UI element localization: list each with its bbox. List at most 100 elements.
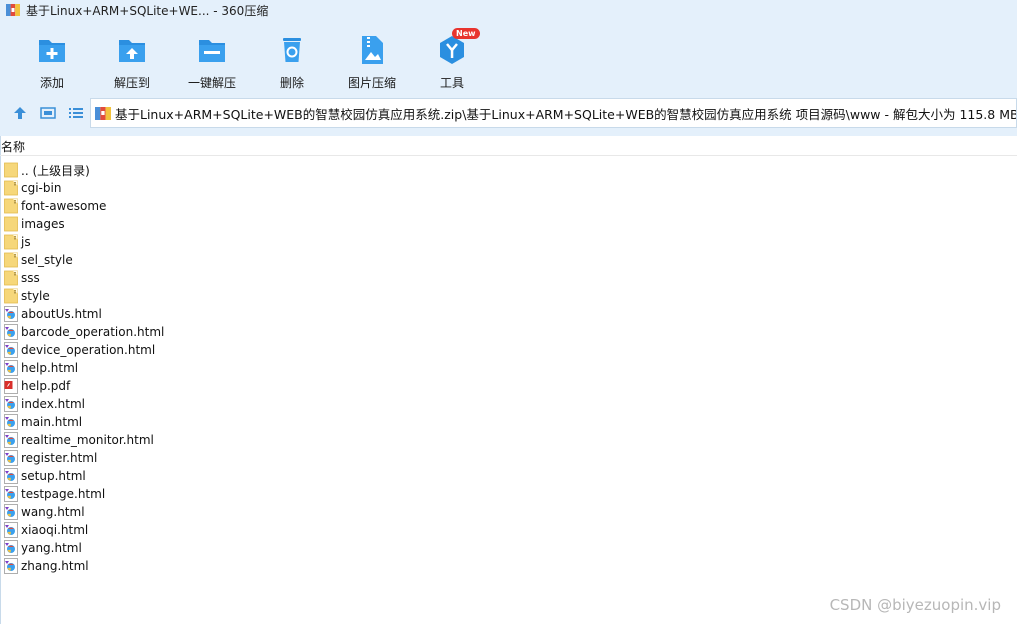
list-item-name: aboutUs.html [21, 307, 102, 321]
tools-label: 工具 [439, 76, 464, 90]
file-list: .. (上级目录) cgi-bin font-awesome images js sel_… [0, 161, 300, 575]
arrow-up-icon [14, 107, 26, 119]
list-item[interactable]: help.pdf [0, 377, 300, 395]
folder-icon [4, 270, 18, 286]
list-item[interactable]: font-awesome [0, 197, 300, 215]
list-item[interactable]: .. (上级目录) [0, 161, 300, 179]
html-file-icon [4, 432, 18, 448]
html-file-icon [4, 360, 18, 376]
html-file-icon [4, 306, 18, 322]
new-badge: New [452, 28, 480, 39]
one-click-extract-button[interactable]: 一键解压 [186, 24, 238, 92]
html-file-icon [4, 558, 18, 574]
folder-icon [4, 216, 18, 232]
list-item[interactable]: sss [0, 269, 300, 287]
name-column-header[interactable]: 名称 [0, 138, 25, 155]
folder-icon [4, 198, 18, 214]
image-compress-icon [362, 36, 383, 64]
list-item[interactable]: realtime_monitor.html [0, 431, 300, 449]
list-item-name: zhang.html [21, 559, 89, 573]
one-click-extract-label: 一键解压 [187, 76, 236, 90]
list-item-name: style [21, 289, 50, 303]
tools-icon-wrap: New [434, 28, 480, 68]
list-item[interactable]: cgi-bin [0, 179, 300, 197]
folder-icon [4, 252, 18, 268]
path-bar[interactable]: 基于Linux+ARM+SQLite+WEB的智慧校园仿真应用系统.zip\基于… [90, 98, 1017, 128]
html-file-icon [4, 540, 18, 556]
archive-icon [6, 4, 20, 16]
list-item[interactable]: main.html [0, 413, 300, 431]
list-item[interactable]: register.html [0, 449, 300, 467]
list-item[interactable]: setup.html [0, 467, 300, 485]
list-item-name: sel_style [21, 253, 73, 267]
list-item-name: register.html [21, 451, 98, 465]
delete-button[interactable]: 删除 [270, 24, 314, 92]
list-item-name: sss [21, 271, 40, 285]
list-item[interactable]: sel_style [0, 251, 300, 269]
list-item-name: help.pdf [21, 379, 71, 393]
list-item-name: images [21, 217, 65, 231]
list-item-name: yang.html [21, 541, 82, 555]
list-item-name: cgi-bin [21, 181, 62, 195]
list-item[interactable]: js [0, 233, 300, 251]
folder-icon [4, 180, 18, 196]
list-item[interactable]: xiaoqi.html [0, 521, 300, 539]
html-file-icon [4, 486, 18, 502]
list-item[interactable]: help.html [0, 359, 300, 377]
list-view-icon [69, 108, 83, 118]
archive-icon [95, 107, 111, 120]
window-chrome: 基于Linux+ARM+SQLite+WE... - 360压缩 添加 解压到 [0, 0, 1017, 136]
list-item[interactable]: index.html [0, 395, 300, 413]
column-header: 名称 [0, 138, 1017, 156]
list-item[interactable]: barcode_operation.html [0, 323, 300, 341]
add-label: 添加 [39, 76, 64, 90]
tools-button[interactable]: New 工具 [430, 24, 480, 92]
html-file-icon [4, 342, 18, 358]
view-list-button[interactable] [64, 101, 88, 125]
list-item[interactable]: images [0, 215, 300, 233]
folder-icon [4, 162, 18, 178]
list-item-name: .. (上级目录) [21, 163, 90, 178]
list-item-name: index.html [21, 397, 85, 411]
extract-to-label: 解压到 [113, 76, 150, 90]
extract-to-button[interactable]: 解压到 [110, 24, 154, 92]
one-click-extract-icon [199, 40, 225, 62]
list-item[interactable]: wang.html [0, 503, 300, 521]
list-item-name: help.html [21, 361, 79, 375]
list-item-name: xiaoqi.html [21, 523, 89, 537]
list-item[interactable]: yang.html [0, 539, 300, 557]
pdf-file-icon [4, 378, 18, 394]
list-item[interactable]: style [0, 287, 300, 305]
list-item-name: realtime_monitor.html [21, 433, 154, 447]
list-item[interactable]: aboutUs.html [0, 305, 300, 323]
path-text: 基于Linux+ARM+SQLite+WEB的智慧校园仿真应用系统.zip\基于… [115, 106, 1016, 122]
list-item-name: testpage.html [21, 487, 106, 501]
trash-icon [283, 38, 301, 62]
view-thumbnail-button[interactable] [36, 101, 60, 125]
list-item[interactable]: device_operation.html [0, 341, 300, 359]
watermark: CSDN @biyezuopin.vip [829, 596, 1001, 614]
list-item-name: barcode_operation.html [21, 325, 165, 339]
list-item-name: font-awesome [21, 199, 107, 213]
html-file-icon [4, 324, 18, 340]
add-button[interactable]: 添加 [30, 24, 74, 92]
up-level-button[interactable] [8, 101, 32, 125]
add-folder-icon [39, 40, 65, 62]
html-file-icon [4, 414, 18, 430]
html-file-icon [4, 468, 18, 484]
folder-icon [4, 288, 18, 304]
navigation-bar: 基于Linux+ARM+SQLite+WEB的智慧校园仿真应用系统.zip\基于… [0, 96, 1017, 130]
image-compress-label: 图片压缩 [347, 76, 396, 90]
extract-to-icon [119, 40, 145, 62]
list-item-name: device_operation.html [21, 343, 156, 357]
title-bar: 基于Linux+ARM+SQLite+WE... - 360压缩 [0, 0, 1017, 20]
toolbar: 添加 解压到 一键解压 删除 图片压缩 New 工具 [0, 24, 1017, 92]
image-compress-button[interactable]: 图片压缩 [346, 24, 398, 92]
html-file-icon [4, 504, 18, 520]
window-title: 基于Linux+ARM+SQLite+WE... - 360压缩 [26, 3, 269, 18]
list-item[interactable]: testpage.html [0, 485, 300, 503]
list-item[interactable]: zhang.html [0, 557, 300, 575]
html-file-icon [4, 396, 18, 412]
list-item-name: js [21, 235, 31, 249]
list-item-name: main.html [21, 415, 83, 429]
